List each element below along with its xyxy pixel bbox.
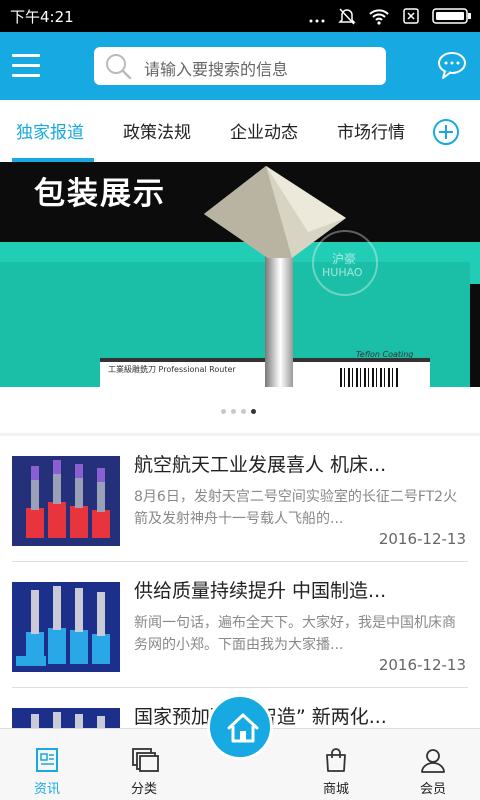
- news-title: 航空航天工业发展喜人 机床...: [134, 454, 387, 476]
- news-title: 国家预加码助“智造” 新两化...: [134, 706, 387, 728]
- page-dot[interactable]: [221, 409, 226, 414]
- page-dot[interactable]: [241, 409, 246, 414]
- shop-bag-icon: [323, 747, 349, 777]
- nav-label: 会员: [419, 782, 446, 797]
- news-thumbnail: [12, 708, 120, 728]
- nav-shop[interactable]: 商城: [301, 729, 371, 800]
- battery-icon: [432, 6, 472, 26]
- status-time: 下午4:21: [10, 8, 74, 26]
- home-icon: [227, 713, 259, 743]
- carousel-pager: [0, 387, 480, 433]
- search-icon: [102, 51, 134, 85]
- news-summary: 8月6日，发射天宫二号空间实验室的长征二号FT2火箭及发射神舟十一号载人飞船的.…: [134, 489, 458, 527]
- nav-member[interactable]: 会员: [398, 729, 468, 800]
- nav-label: 分类: [130, 782, 157, 797]
- nav-label: 资讯: [33, 782, 60, 797]
- menu-icon[interactable]: [12, 52, 42, 80]
- news-thumbnail: [12, 456, 120, 546]
- news-list: 航空航天工业发展喜人 机床... 8月6日，发射天宫二号空间实验室的长征二号FT…: [0, 436, 480, 728]
- user-icon: [420, 747, 446, 777]
- news-thumbnail: [12, 582, 120, 672]
- nav-label: 商城: [322, 782, 349, 797]
- category-tabs: 独家报道 政策法规 企业动态 市场行情: [0, 100, 480, 162]
- watermark-text-cn: 沪豪: [332, 252, 357, 266]
- message-icon[interactable]: [436, 50, 468, 84]
- dots-icon: [308, 6, 326, 26]
- mute-bell-icon: [338, 6, 356, 26]
- page-dot[interactable]: [231, 409, 236, 414]
- tab-policy[interactable]: 政策法规: [123, 118, 191, 143]
- news-summary: 新闻一句话，遍布全天下。大家好，我是中国机床商务网的小郑。下面由我为大家播...: [134, 615, 456, 653]
- status-bar: 下午4:21: [0, 0, 480, 32]
- page-dots: [221, 409, 256, 414]
- router-bit-shank: [265, 242, 293, 387]
- news-item[interactable]: 供给质量持续提升 中国制造... 新闻一句话，遍布全天下。大家好，我是中国机床商…: [0, 562, 480, 688]
- watermark-text-en: HUHAO: [322, 266, 363, 279]
- home-button[interactable]: [207, 694, 273, 760]
- tab-exclusive[interactable]: 独家报道: [16, 118, 84, 143]
- news-date: 2016-12-13: [378, 530, 466, 548]
- search-input[interactable]: 请输入要搜索的信息: [94, 47, 386, 85]
- nav-category[interactable]: 分类: [109, 729, 179, 800]
- news-date: 2016-12-13: [378, 656, 466, 674]
- news-title: 供给质量持续提升 中国制造...: [134, 580, 387, 602]
- page-dot-active[interactable]: [251, 409, 256, 414]
- wifi-icon: [368, 6, 390, 26]
- news-item[interactable]: 航空航天工业发展喜人 机床... 8月6日，发射天宫二号空间实验室的长征二号FT…: [0, 436, 480, 562]
- coating-label: Teflon Coating: [356, 350, 414, 359]
- banner-title: 包装展示: [34, 176, 166, 212]
- app-header: 请输入要搜索的信息: [0, 32, 480, 100]
- nav-news[interactable]: 资讯: [12, 729, 82, 800]
- news-icon: [34, 747, 60, 777]
- tab-market[interactable]: 市场行情: [337, 118, 405, 143]
- search-placeholder: 请输入要搜索的信息: [144, 60, 289, 79]
- tab-company-news[interactable]: 企业动态: [230, 118, 298, 143]
- category-icon: [131, 747, 159, 777]
- no-sim-icon: [402, 6, 420, 26]
- add-tab-icon[interactable]: [432, 118, 460, 150]
- banner-carousel[interactable]: 工業級雕銑刀 Professional Router Teflon Coatin…: [0, 162, 480, 387]
- barcode: [340, 368, 400, 387]
